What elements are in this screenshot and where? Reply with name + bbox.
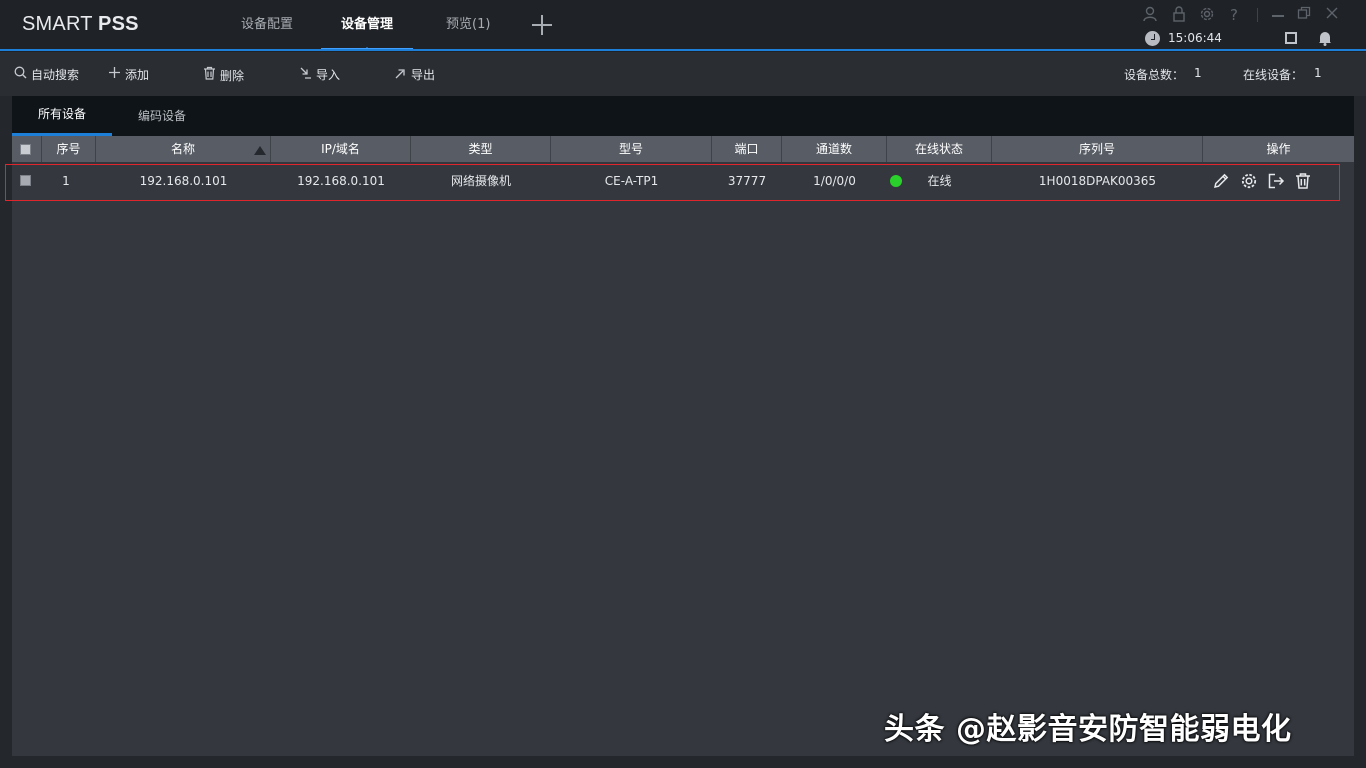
auto-search-button[interactable]: 自动搜索 xyxy=(12,66,79,82)
sort-asc-icon xyxy=(254,146,266,155)
export-icon xyxy=(392,66,408,84)
plus-icon xyxy=(106,66,122,84)
app-logo: SMART PSS xyxy=(22,13,139,35)
lock-icon[interactable] xyxy=(1171,6,1187,24)
header-operations: 操作 xyxy=(1266,142,1291,156)
tab-device-config[interactable]: 设备配置 xyxy=(241,0,293,49)
header-ip[interactable]: IP/域名 xyxy=(271,136,411,162)
header-port[interactable]: 端口 xyxy=(712,136,782,162)
header-serial[interactable]: 序列号 xyxy=(992,136,1203,162)
total-devices-label: 设备总数： xyxy=(1124,68,1185,82)
bell-icon[interactable] xyxy=(1318,30,1332,50)
header-select-all xyxy=(12,136,42,162)
tab-device-management[interactable]: 设备管理 xyxy=(320,0,414,51)
import-icon xyxy=(297,66,313,84)
select-all-checkbox[interactable] xyxy=(20,144,31,155)
current-time: 15:06:44 xyxy=(1168,31,1222,45)
table-header: 序号 名称 IP/域名 类型 型号 端口 通道数 在线状态 序列号 操作 xyxy=(12,136,1354,162)
add-tab-button[interactable] xyxy=(531,14,553,36)
header-model[interactable]: 型号 xyxy=(551,136,712,162)
header-index[interactable]: 序号 xyxy=(42,136,96,162)
header-name[interactable]: 名称 xyxy=(96,136,271,162)
title-divider xyxy=(0,49,1366,51)
restore-icon[interactable] xyxy=(1296,6,1312,24)
title-bar: SMART PSS 设备配置 设备管理 预览(1) ? 15:06:44 xyxy=(0,0,1366,52)
add-device-button[interactable]: 添加 xyxy=(106,66,149,82)
header-status[interactable]: 在线状态 xyxy=(887,136,992,162)
search-icon xyxy=(12,66,28,84)
export-button[interactable]: 导出 xyxy=(392,66,435,82)
delete-device-button[interactable]: 删除 xyxy=(201,66,244,85)
selection-highlight-box xyxy=(5,164,1340,201)
device-subtabs: 所有设备 编码设备 xyxy=(12,96,1354,136)
help-icon[interactable]: ? xyxy=(1226,6,1242,24)
close-icon[interactable] xyxy=(1324,6,1340,24)
import-button[interactable]: 导入 xyxy=(297,66,340,82)
separator xyxy=(1253,6,1261,24)
subtab-encoding-devices[interactable]: 编码设备 xyxy=(112,96,212,136)
subtab-all-devices[interactable]: 所有设备 xyxy=(12,96,112,136)
toolbar: 自动搜索 添加 删除 导入 导出 设备总数： 1 在线设备： 1 xyxy=(0,52,1366,96)
user-icon[interactable] xyxy=(1142,6,1158,24)
online-devices-label: 在线设备： xyxy=(1243,68,1304,82)
gear-icon[interactable] xyxy=(1199,6,1215,24)
clock-icon xyxy=(1145,31,1160,46)
online-devices-value: 1 xyxy=(1314,66,1322,80)
total-devices-value: 1 xyxy=(1194,66,1202,80)
trash-icon xyxy=(201,66,217,85)
watermark-text: 头条 @赵影音安防智能弱电化 xyxy=(884,712,1292,747)
tab-preview[interactable]: 预览(1) xyxy=(446,0,490,49)
minimize-icon[interactable] xyxy=(1270,6,1286,24)
cpu-icon[interactable] xyxy=(1285,32,1297,44)
header-channels[interactable]: 通道数 xyxy=(782,136,887,162)
header-type[interactable]: 类型 xyxy=(411,136,551,162)
